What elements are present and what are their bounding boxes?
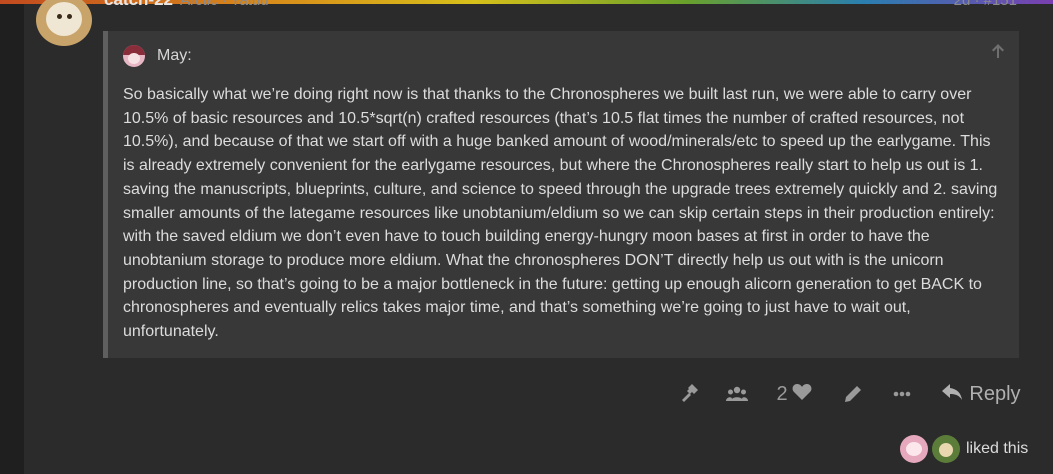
like-count: 2: [776, 382, 788, 405]
heart-icon: [792, 383, 812, 406]
post-actions: 2 Reply: [0, 378, 1053, 412]
quote-block: May: So basically what we’re doing right…: [103, 31, 1019, 358]
reply-icon: [941, 383, 963, 406]
arrow-up-icon[interactable]: [991, 43, 1005, 64]
quote-author-name: May:: [157, 47, 192, 64]
like-button[interactable]: 2: [770, 378, 818, 410]
reply-label: Reply: [969, 382, 1021, 405]
author-username[interactable]: catch-22: [104, 0, 173, 10]
hammer-icon[interactable]: [675, 378, 703, 410]
quote-author-avatar: [123, 45, 145, 67]
liker-avatar[interactable]: [900, 435, 928, 463]
author-meta: Arctic · Yatud: [180, 0, 269, 9]
liked-this-label: liked this: [966, 440, 1029, 457]
liker-avatar[interactable]: [932, 435, 960, 463]
quote-header: May:: [123, 45, 192, 67]
pencil-icon[interactable]: [840, 378, 866, 410]
post-meta[interactable]: 2d · #151: [954, 0, 1017, 9]
more-icon[interactable]: [888, 378, 916, 410]
users-icon[interactable]: [722, 378, 752, 410]
reply-button[interactable]: Reply: [940, 378, 1022, 410]
liked-by-row: liked this: [900, 434, 1028, 464]
quote-body: So basically what we’re doing right now …: [123, 86, 998, 341]
